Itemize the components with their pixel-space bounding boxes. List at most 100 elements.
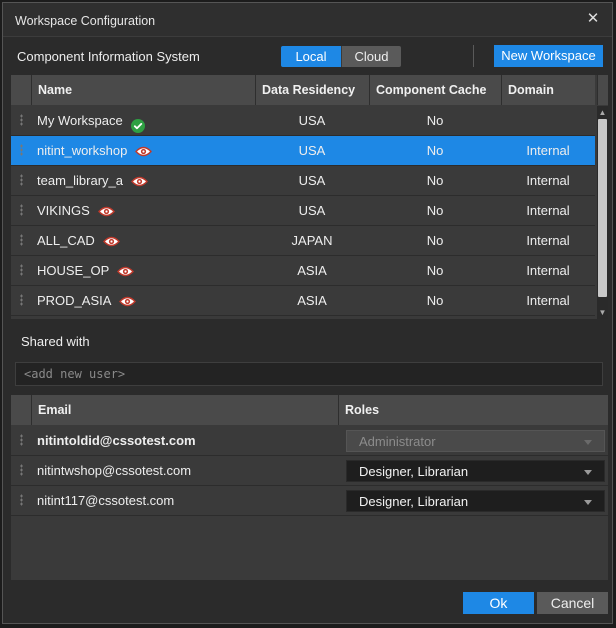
close-icon[interactable]: ✕ [584,10,602,28]
scroll-thumb[interactable] [598,119,607,297]
eye-icon[interactable] [131,176,148,187]
local-cloud-toggle: Local Cloud [281,46,401,67]
column-header-name[interactable]: Name [31,75,255,105]
workspace-scrollbar[interactable]: ▲ ▼ [597,106,608,319]
table-row[interactable]: VIKINGS USA No Internal [11,196,595,226]
data-residency-cell: USA [298,143,326,158]
drag-handle-icon[interactable] [20,114,23,126]
data-residency-cell: USA [298,173,326,188]
users-table-header: Email Roles [11,395,608,425]
drag-handle-icon[interactable] [20,434,23,446]
workspace-name: PROD_ASIA [37,293,112,308]
data-residency-cell: USA [298,113,326,128]
drag-handle-icon[interactable] [20,234,23,246]
domain-cell: Internal [526,263,570,278]
workspace-name-cell: VIKINGS [37,196,115,226]
domain-cell: Internal [526,203,570,218]
column-header-domain[interactable]: Domain [501,75,595,105]
column-header-component-cache[interactable]: Component Cache [369,75,501,105]
shared-with-label: Shared with [21,334,90,349]
eye-icon[interactable] [135,146,153,157]
column-header-email[interactable]: Email [31,395,338,425]
ok-button[interactable]: Ok [463,592,534,614]
local-tab[interactable]: Local [281,46,341,67]
table-row[interactable]: HOUSE_OP ASIA No Internal [11,256,595,286]
table-row[interactable]: team_library_a USA No Internal [11,166,595,196]
drag-handle-icon[interactable] [20,204,23,216]
column-header-data-residency[interactable]: Data Residency [255,75,369,105]
cis-label: Component Information System [17,49,200,64]
scroll-down-icon[interactable]: ▼ [598,308,607,317]
table-row[interactable]: nitint_workshop USA No Internal [11,136,595,166]
data-residency-cell: ASIA [297,293,327,308]
workspace-name-cell: PROD_ASIA [37,286,137,316]
table-row[interactable]: PROD_ASIA ASIA No Internal [11,286,595,316]
user-row[interactable]: nitintwshop@cssotest.com Designer, Librar… [11,456,608,486]
user-row[interactable]: nitint117@cssotest.com Designer, Libraria… [11,486,608,516]
role-value: Administrator [359,434,436,449]
eye-icon[interactable] [97,206,115,217]
data-residency-cell: USA [298,203,326,218]
check-icon[interactable] [130,114,145,133]
workspace-config-dialog: Workspace Configuration ✕ Component Info… [2,2,613,624]
role-value: Designer, Librarian [359,494,469,509]
workspace-name: HOUSE_OP [37,263,110,278]
cloud-tab[interactable]: Cloud [341,46,401,67]
workspace-name: nitint_workshop [37,143,128,158]
role-dropdown: Administrator [346,430,605,452]
scroll-up-icon[interactable]: ▲ [598,108,607,117]
component-cache-cell: No [426,233,444,248]
drag-handle-icon[interactable] [20,144,23,156]
workspace-name-cell: ALL_CAD [37,226,120,256]
drag-handle-icon[interactable] [20,174,23,186]
workspace-name: team_library_a [37,173,123,188]
workspace-table: Name Data Residency Component Cache Doma… [11,75,608,319]
role-dropdown[interactable]: Designer, Librarian [346,490,605,512]
table-row[interactable]: ALL_CAD JAPAN No Internal [11,226,595,256]
cancel-button[interactable]: Cancel [537,592,608,614]
domain-cell: Internal [526,293,570,308]
domain-cell: Internal [526,233,570,248]
eye-icon[interactable] [119,296,137,307]
users-table: Email Roles nitintoldid@cssotest.com Admi… [11,395,608,580]
workspace-name-cell: team_library_a [37,166,148,196]
drag-handle-icon[interactable] [20,264,23,276]
user-email: nitint117@cssotest.com [37,493,175,508]
workspace-name: My Workspace [37,113,123,128]
eye-icon[interactable] [117,266,135,277]
workspace-rows: My Workspace USA No nitint_workshop USA No Int… [11,106,595,316]
drag-handle-icon[interactable] [20,464,23,476]
drag-handle-icon[interactable] [20,494,23,506]
workspace-table-header: Name Data Residency Component Cache Doma… [11,75,595,105]
chevron-down-icon [584,500,592,505]
new-workspace-button[interactable]: New Workspace [494,45,603,67]
user-row[interactable]: nitintoldid@cssotest.com Administrator [11,426,608,456]
component-cache-cell: No [426,263,444,278]
component-cache-cell: No [426,203,444,218]
component-cache-cell: No [426,143,444,158]
column-header-roles[interactable]: Roles [338,395,608,425]
workspace-name: VIKINGS [37,203,90,218]
domain-cell: Internal [526,143,570,158]
user-email: nitintoldid@cssotest.com [37,433,196,448]
workspace-name-cell: My Workspace [37,106,145,136]
header-corner [597,75,608,105]
drag-handle-icon[interactable] [20,294,23,306]
chevron-down-icon [584,470,592,475]
window-title: Workspace Configuration [15,14,156,28]
data-residency-cell: ASIA [297,263,327,278]
add-user-input[interactable] [15,362,603,386]
table-row[interactable]: My Workspace USA No [11,106,595,136]
workspace-name-cell: nitint_workshop [37,136,153,166]
chevron-down-icon [584,440,592,445]
data-residency-cell: JAPAN [291,233,333,248]
workspace-name: ALL_CAD [37,233,95,248]
eye-icon[interactable] [102,236,120,247]
toolbar-divider [473,45,474,67]
component-cache-cell: No [426,293,444,308]
domain-cell: Internal [526,173,570,188]
role-dropdown[interactable]: Designer, Librarian [346,460,605,482]
role-value: Designer, Librarian [359,464,469,479]
title-bar[interactable]: Workspace Configuration ✕ [3,3,612,37]
component-cache-cell: No [426,173,444,188]
